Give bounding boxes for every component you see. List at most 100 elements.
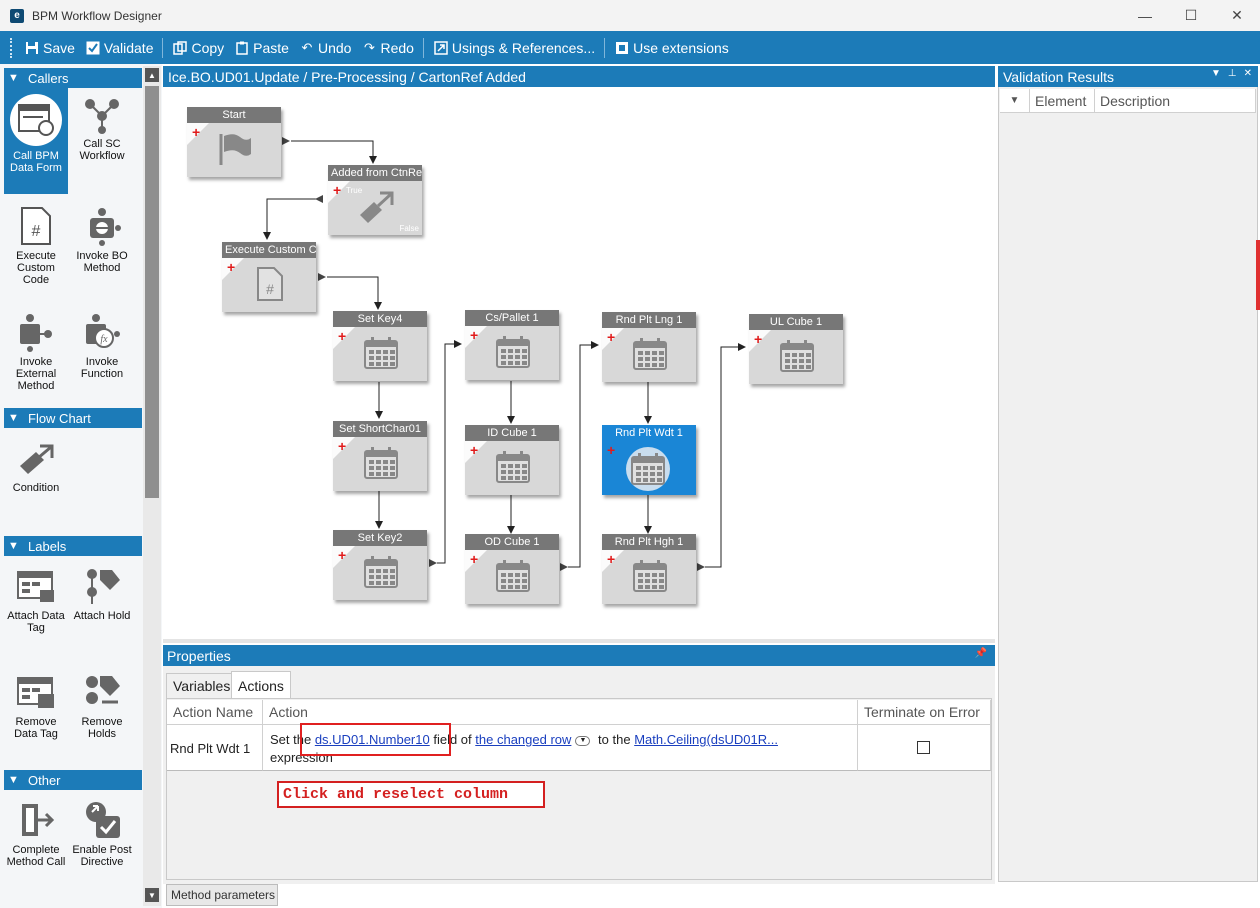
- expand-plus-icon[interactable]: +: [607, 330, 615, 344]
- column-header-action-name[interactable]: Action Name: [167, 700, 263, 725]
- save-label: Save: [43, 39, 75, 56]
- expand-plus-icon[interactable]: +: [754, 332, 762, 346]
- node-start[interactable]: Start +: [187, 107, 281, 177]
- tool-condition[interactable]: Condition: [4, 432, 68, 494]
- node-title: Rnd Plt Hgh 1: [602, 534, 696, 550]
- tool-call-bpm-data-form[interactable]: Call BPM Data Form: [4, 88, 68, 194]
- node-od-cube-1[interactable]: OD Cube 1 +: [465, 534, 559, 604]
- validate-button[interactable]: Validate: [80, 35, 159, 61]
- paste-button[interactable]: Paste: [229, 35, 294, 61]
- node-rnd-plt-hgh-1[interactable]: Rnd Plt Hgh 1 +: [602, 534, 696, 604]
- terminate-on-error-checkbox[interactable]: [917, 741, 930, 754]
- column-header-terminate-on-error[interactable]: Terminate on Error: [858, 700, 991, 725]
- annotation-callout: Click and reselect column: [277, 781, 545, 808]
- tool-label: Call BPM Data Form: [10, 150, 62, 174]
- node-set-key4[interactable]: Set Key4 +: [333, 311, 427, 381]
- scroll-up-arrow-icon[interactable]: ▲: [145, 68, 159, 82]
- group-header-flow-chart[interactable]: ▼ Flow Chart: [4, 408, 142, 428]
- group-header-other[interactable]: ▼ Other: [4, 770, 142, 790]
- node-condition-added-from-ctnref[interactable]: Added from CtnRef + True False: [328, 165, 422, 235]
- expand-plus-icon[interactable]: +: [607, 443, 615, 457]
- tool-execute-custom-code[interactable]: # Execute Custom Code: [4, 200, 68, 286]
- toolbar-grip[interactable]: [10, 37, 13, 58]
- redo-button[interactable]: ↷ Redo: [356, 35, 418, 61]
- node-execute-custom-code[interactable]: Execute Custom Code + #: [222, 242, 316, 312]
- tool-complete-method-call[interactable]: Complete Method Call: [4, 794, 68, 868]
- expand-plus-icon[interactable]: +: [338, 439, 346, 453]
- expand-plus-icon[interactable]: +: [333, 183, 341, 197]
- expression-link[interactable]: Math.Ceiling(dsUD01R...: [634, 732, 778, 747]
- expand-plus-icon[interactable]: +: [470, 552, 478, 566]
- node-set-shortchar01[interactable]: Set ShortChar01 +: [333, 421, 427, 491]
- tool-enable-post-directive[interactable]: Enable Post Directive: [70, 794, 134, 868]
- column-header-element[interactable]: Element: [1030, 89, 1095, 113]
- app-logo-icon: e: [10, 8, 24, 23]
- column-header-action[interactable]: Action: [263, 700, 858, 725]
- expand-plus-icon[interactable]: +: [470, 443, 478, 457]
- group-header-labels[interactable]: ▼ Labels: [4, 536, 142, 556]
- column-header-description[interactable]: Description: [1095, 89, 1256, 113]
- copy-button[interactable]: Copy: [167, 35, 229, 61]
- usings-label: Usings & References...: [451, 39, 596, 56]
- cell-action-name[interactable]: Rnd Plt Wdt 1: [167, 725, 263, 771]
- node-cs-pallet-1[interactable]: Cs/Pallet 1 +: [465, 310, 559, 380]
- tool-label: Attach Hold: [73, 610, 131, 622]
- tab-actions[interactable]: Actions: [231, 671, 291, 699]
- tool-invoke-bo-method[interactable]: Invoke BO Method: [70, 200, 134, 274]
- pin-icon[interactable]: ⊥: [1228, 68, 1237, 79]
- tool-invoke-external-method[interactable]: Invoke External Method: [4, 306, 68, 392]
- dropdown-arrow-icon[interactable]: ▼: [1211, 68, 1221, 79]
- expand-plus-icon[interactable]: +: [607, 552, 615, 566]
- filter-arrow-icon[interactable]: ▼: [1010, 95, 1020, 106]
- workflow-nodes-icon: [82, 94, 122, 134]
- use-extensions-button[interactable]: Use extensions: [609, 35, 734, 61]
- filter-column-header[interactable]: ▼: [1000, 89, 1030, 113]
- close-button[interactable]: ✕: [1214, 0, 1260, 31]
- row-link[interactable]: the changed row: [475, 732, 571, 747]
- tool-attach-data-tag[interactable]: Attach Data Tag: [4, 560, 68, 634]
- save-button[interactable]: Save: [19, 35, 80, 61]
- expand-plus-icon[interactable]: +: [470, 328, 478, 342]
- checkbox-check-icon: [85, 40, 101, 56]
- close-icon[interactable]: ✕: [1244, 68, 1252, 79]
- node-title: Rnd Plt Lng 1: [602, 312, 696, 328]
- tool-attach-hold[interactable]: Attach Hold: [70, 560, 134, 622]
- calendar-icon: [495, 334, 531, 370]
- chevron-down-icon[interactable]: ▼: [575, 735, 591, 746]
- data-form-icon: [10, 94, 62, 146]
- tool-invoke-function[interactable]: fx Invoke Function: [70, 306, 134, 380]
- scroll-down-arrow-icon[interactable]: ▼: [145, 888, 159, 902]
- node-title: Set Key4: [333, 311, 427, 327]
- usings-references-button[interactable]: Usings & References...: [428, 35, 600, 61]
- remove-holds-icon: [82, 672, 122, 712]
- tool-remove-holds[interactable]: Remove Holds: [70, 666, 134, 740]
- toolbar-separator: [422, 37, 424, 58]
- tool-label: Remove Holds: [81, 716, 123, 740]
- tab-variables[interactable]: Variables: [166, 673, 238, 698]
- scrollbar-thumb[interactable]: [145, 86, 159, 498]
- code-file-icon: #: [252, 266, 288, 302]
- expand-plus-icon[interactable]: +: [192, 125, 200, 139]
- node-set-key2[interactable]: Set Key2 +: [333, 530, 427, 600]
- node-id-cube-1[interactable]: ID Cube 1 +: [465, 425, 559, 495]
- tool-call-sc-workflow[interactable]: Call SC Workflow: [70, 88, 134, 162]
- svg-text:#: #: [32, 223, 41, 240]
- expand-plus-icon[interactable]: +: [338, 329, 346, 343]
- designer-breadcrumb: Ice.BO.UD01.Update / Pre-Processing / Ca…: [163, 66, 995, 87]
- node-title: Added from CtnRef: [328, 165, 422, 181]
- maximize-button[interactable]: ☐: [1168, 0, 1214, 31]
- group-header-callers[interactable]: ▼ Callers: [4, 68, 142, 88]
- tool-remove-data-tag[interactable]: Remove Data Tag: [4, 666, 68, 740]
- pin-icon[interactable]: 📌: [975, 648, 987, 659]
- node-ul-cube-1[interactable]: UL Cube 1 +: [749, 314, 843, 384]
- expand-plus-icon[interactable]: +: [227, 260, 235, 274]
- workflow-canvas[interactable]: Start + Added from CtnRef + True False E…: [163, 87, 995, 639]
- undo-button[interactable]: ↶ Undo: [294, 35, 356, 61]
- expand-plus-icon[interactable]: +: [338, 548, 346, 562]
- tab-method-parameters[interactable]: Method parameters: [166, 884, 278, 906]
- data-tag-icon: [16, 566, 56, 606]
- node-rnd-plt-lng-1[interactable]: Rnd Plt Lng 1 +: [602, 312, 696, 382]
- minimize-button[interactable]: —: [1122, 0, 1168, 31]
- toolbox-scrollbar[interactable]: ▲ ▼: [143, 66, 161, 906]
- node-rnd-plt-wdt-1-selected[interactable]: Rnd Plt Wdt 1 +: [602, 425, 696, 495]
